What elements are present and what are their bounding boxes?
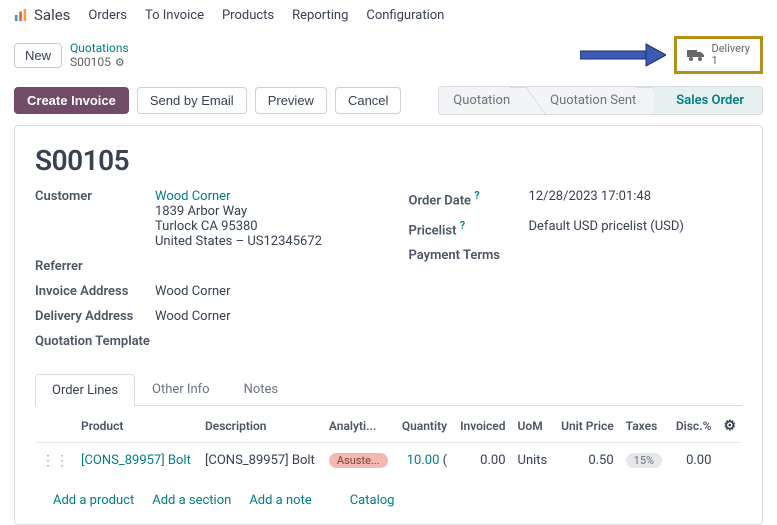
row-quantity[interactable]: 10.00 (407, 453, 440, 468)
col-quantity[interactable]: Quantity (395, 410, 453, 443)
row-description: [CONS_89957] Bolt (199, 443, 323, 480)
row-product[interactable]: [CONS_89957] Bolt (81, 453, 191, 468)
nav-orders[interactable]: Orders (88, 8, 127, 23)
add-product-link[interactable]: Add a product (53, 493, 134, 508)
row-unit-price: 0.50 (554, 443, 620, 480)
customer-label: Customer (35, 189, 155, 204)
gear-icon[interactable]: ⚙ (115, 56, 125, 69)
delivery-address-value[interactable]: Wood Corner (155, 309, 230, 324)
order-date-value[interactable]: 12/28/2023 17:01:48 (529, 189, 652, 204)
drag-handle-icon[interactable]: ⋮⋮ (41, 453, 69, 469)
row-qty-suffix: ( (443, 453, 447, 468)
create-invoice-button[interactable]: Create Invoice (14, 87, 129, 114)
col-invoiced[interactable]: Invoiced (453, 410, 511, 443)
status-quotation-sent[interactable]: Quotation Sent (528, 87, 654, 114)
pricelist-value[interactable]: Default USD pricelist (USD) (529, 219, 684, 234)
add-section-link[interactable]: Add a section (152, 493, 231, 508)
breadcrumb-row: New Quotations S00105 ⚙ Delivery 1 (0, 30, 777, 80)
breadcrumb: Quotations S00105 ⚙ (70, 41, 129, 70)
status-bar: Quotation Quotation Sent Sales Order (438, 86, 763, 115)
new-button[interactable]: New (14, 43, 62, 68)
quotation-template-label: Quotation Template (35, 334, 150, 349)
delivery-count: 1 (711, 55, 750, 67)
nav-products[interactable]: Products (222, 8, 274, 23)
send-email-button[interactable]: Send by Email (137, 87, 247, 114)
row-tax-tag[interactable]: 15% (626, 453, 662, 468)
delivery-stat-button[interactable]: Delivery 1 (674, 36, 763, 74)
col-description[interactable]: Description (199, 410, 323, 443)
col-disc[interactable]: Disc.% (669, 410, 718, 443)
cancel-button[interactable]: Cancel (335, 87, 401, 114)
action-bar: Create Invoice Send by Email Preview Can… (0, 80, 777, 121)
invoice-address-value[interactable]: Wood Corner (155, 284, 230, 299)
col-taxes[interactable]: Taxes (620, 410, 669, 443)
status-quotation[interactable]: Quotation (439, 87, 528, 114)
truck-icon (687, 48, 705, 62)
catalog-link[interactable]: Catalog (350, 493, 395, 508)
customer-addr2: Turlock CA 95380 (155, 219, 322, 234)
tab-other-info[interactable]: Other Info (135, 373, 227, 405)
customer-addr3: United States – US12345672 (155, 234, 322, 249)
top-nav: Sales Orders To Invoice Products Reporti… (0, 0, 777, 30)
row-disc: 0.00 (669, 443, 718, 480)
payment-terms-label: Payment Terms (409, 248, 501, 263)
status-sales-order[interactable]: Sales Order (654, 87, 762, 114)
tab-order-lines[interactable]: Order Lines (35, 374, 135, 406)
order-date-help-icon[interactable]: ? (474, 189, 479, 202)
breadcrumb-current: S00105 (70, 55, 111, 69)
brand[interactable]: Sales (14, 6, 70, 24)
pricelist-help-icon[interactable]: ? (460, 219, 465, 232)
referrer-label: Referrer (35, 259, 155, 274)
col-analytic[interactable]: Analyti... (323, 410, 395, 443)
columns-settings-icon[interactable]: ⚙ (723, 418, 736, 434)
tabs: Order Lines Other Info Notes (35, 373, 742, 406)
nav-reporting[interactable]: Reporting (292, 8, 348, 23)
order-lines-table: Product Description Analyti... Quantity … (35, 410, 742, 479)
table-row[interactable]: ⋮⋮ [CONS_89957] Bolt [CONS_89957] Bolt A… (35, 443, 742, 480)
col-product[interactable]: Product (75, 410, 199, 443)
brand-label: Sales (34, 6, 70, 24)
row-invoiced: 0.00 (453, 443, 511, 480)
row-analytic-tag[interactable]: Asuste... (329, 453, 388, 468)
sales-logo-icon (14, 8, 28, 22)
col-unit-price[interactable]: Unit Price (554, 410, 620, 443)
tab-notes[interactable]: Notes (227, 373, 296, 405)
delivery-address-label: Delivery Address (35, 309, 155, 324)
nav-to-invoice[interactable]: To Invoice (145, 8, 204, 23)
col-uom[interactable]: UoM (512, 410, 554, 443)
annotation-arrow-icon (580, 42, 666, 68)
nav-configuration[interactable]: Configuration (366, 8, 444, 23)
row-uom: Units (512, 443, 554, 480)
form-sheet: S00105 Customer Wood Corner 1839 Arbor W… (14, 125, 763, 525)
invoice-address-label: Invoice Address (35, 284, 155, 299)
customer-addr1: 1839 Arbor Way (155, 204, 322, 219)
table-actions: Add a product Add a section Add a note C… (35, 479, 742, 514)
customer-link[interactable]: Wood Corner (155, 189, 230, 204)
record-title: S00105 (35, 144, 742, 177)
preview-button[interactable]: Preview (255, 87, 327, 114)
add-note-link[interactable]: Add a note (249, 493, 311, 508)
breadcrumb-parent[interactable]: Quotations (70, 41, 129, 55)
order-date-label: Order Date (409, 194, 472, 209)
pricelist-label: Pricelist (409, 223, 457, 238)
